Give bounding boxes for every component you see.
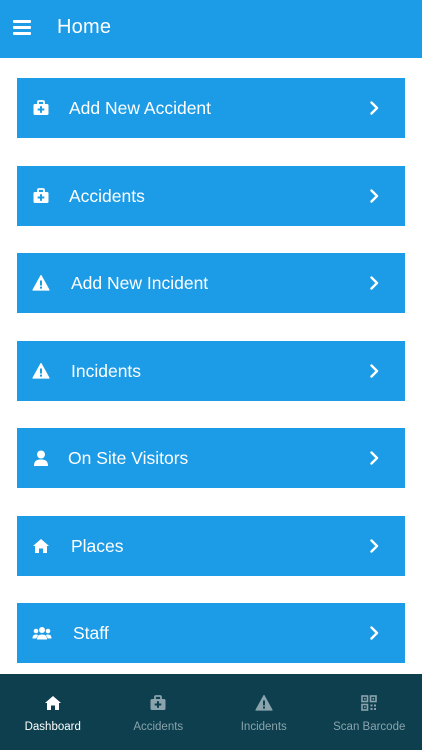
first-aid-kit-icon — [32, 99, 50, 117]
qr-code-icon — [360, 694, 378, 712]
page-title: Home — [57, 16, 112, 38]
warning-icon — [32, 362, 50, 380]
chevron-right-icon — [370, 626, 379, 640]
chevron-right-icon — [370, 188, 379, 203]
first-aid-kit-icon — [32, 187, 50, 205]
tab-label: Accidents — [133, 721, 184, 733]
menu-item-add-new-incident[interactable]: Add New Incident — [17, 253, 405, 313]
warning-icon — [32, 274, 50, 292]
main-menu: Add New Accident Accidents Add New Incid… — [17, 78, 405, 691]
menu-item-incidents[interactable]: Incidents — [17, 340, 405, 401]
users-icon — [32, 624, 52, 642]
menu-item-label: Staff — [73, 623, 109, 643]
warning-icon — [255, 694, 273, 712]
home-icon — [32, 537, 50, 555]
menu-item-label: Accidents — [69, 185, 145, 206]
menu-item-staff[interactable]: Staff — [17, 603, 405, 663]
bottom-nav: Dashboard Accidents Incidents Scan Barco… — [0, 674, 422, 750]
tab-dashboard[interactable]: Dashboard — [0, 674, 106, 750]
tab-accidents[interactable]: Accidents — [106, 674, 212, 750]
tab-label: Scan Barcode — [333, 721, 406, 733]
chevron-right-icon — [370, 101, 379, 115]
tab-label: Incidents — [240, 721, 287, 733]
home-icon — [44, 694, 62, 712]
menu-item-label: Add New Accident — [69, 98, 212, 118]
tab-scan-barcode[interactable]: Scan Barcode — [317, 674, 422, 750]
menu-item-places[interactable]: Places — [17, 515, 405, 576]
menu-item-label: On Site Visitors — [68, 448, 189, 468]
menu-item-label: Add New Incident — [71, 273, 209, 293]
menu-item-label: Incidents — [71, 360, 142, 381]
menu-item-add-new-accident[interactable]: Add New Accident — [17, 78, 405, 138]
menu-item-label: Places — [71, 535, 124, 556]
menu-item-accidents[interactable]: Accidents — [17, 165, 405, 226]
user-icon — [32, 449, 50, 467]
tab-incidents[interactable]: Incidents — [211, 674, 317, 750]
chevron-right-icon — [370, 363, 379, 378]
chevron-right-icon — [370, 451, 379, 465]
chevron-right-icon — [370, 538, 379, 553]
first-aid-kit-icon — [149, 694, 167, 712]
chevron-right-icon — [370, 276, 379, 290]
tab-label: Dashboard — [24, 721, 81, 733]
app-header: Home — [0, 0, 422, 58]
menu-item-on-site-visitors[interactable]: On Site Visitors — [17, 428, 405, 488]
hamburger-icon[interactable] — [13, 20, 31, 36]
